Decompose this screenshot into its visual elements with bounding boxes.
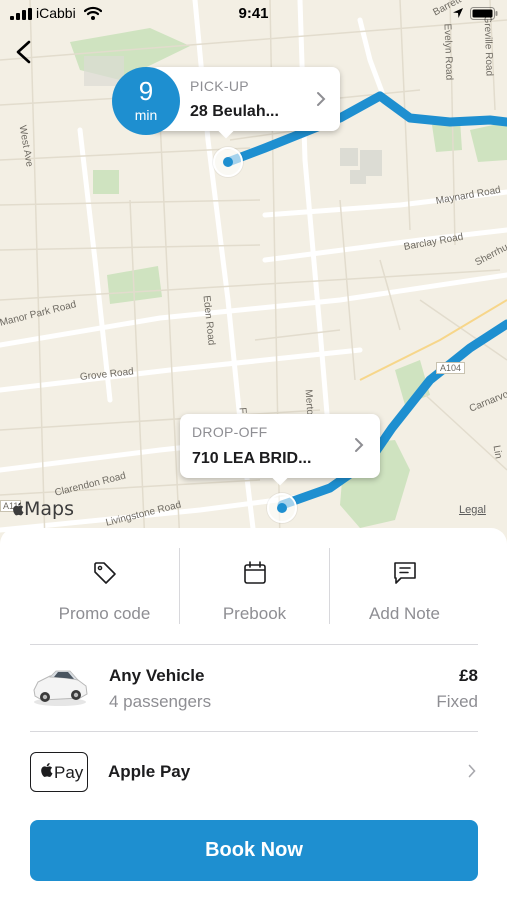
note-icon [394,562,416,584]
legal-link[interactable]: Legal [459,504,486,516]
promo-code-button[interactable]: Promo code [30,548,179,624]
battery-icon [470,7,498,20]
vehicle-name: Any Vehicle [109,666,205,685]
eta-unit: min [134,107,158,123]
dropoff-label: DROP-OFF [192,424,268,440]
chevron-right-icon [468,764,476,778]
maps-text: Maps [24,498,74,520]
road-label: A104 [436,362,466,374]
promo-code-label: Promo code [58,604,151,623]
eta-value: 9 [138,76,154,106]
dropoff-pin[interactable] [267,493,297,523]
eta-badge: 9 min [112,67,180,135]
road-label: Evelyn Road [441,23,455,81]
pickup-label: PICK-UP [190,78,249,94]
chevron-right-icon [317,92,326,106]
map-view[interactable]: West Ave Evelyn Road Greville Road Barre… [0,0,507,545]
fare-price: £8 [459,666,478,685]
divider [30,731,478,732]
car-icon [33,670,88,706]
divider [30,644,478,645]
dropoff-callout[interactable]: DROP-OFF 710 LEA BRID... [180,414,380,486]
prebook-label: Prebook [222,604,287,623]
add-note-label: Add Note [369,604,440,623]
apple-pay-badge: Pay [30,752,88,792]
book-now-button[interactable]: Book Now [30,820,478,881]
booking-sheet: Promo code Prebook Add Note Any Vehicle … [0,528,507,900]
prebook-button[interactable]: Prebook [180,548,329,624]
apple-pay-badge-text: Pay [54,763,84,782]
pickup-pin[interactable] [213,147,243,177]
fare-type: Fixed [436,692,478,711]
calendar-icon [244,561,266,584]
location-arrow-icon [453,8,463,18]
vehicle-capacity: 4 passengers [109,692,212,711]
pickup-address: 28 Beulah... [190,103,279,120]
road-label: Merto [302,389,316,416]
vehicle-option[interactable]: Any Vehicle 4 passengers £8 Fixed [30,656,478,730]
add-note-button[interactable]: Add Note [330,548,479,624]
chevron-left-icon [16,40,31,64]
status-bar: iCabbi 9:41 [0,0,507,28]
chevron-right-icon [355,438,364,452]
apple-logo-icon [13,502,24,516]
back-button[interactable] [10,36,38,68]
action-row: Promo code Prebook Add Note [30,548,478,624]
apple-maps-logo: Maps [12,498,74,520]
tag-icon [94,562,116,584]
status-time: 9:41 [238,5,269,22]
dropoff-address: 710 LEA BRID... [192,450,312,467]
payment-method-name: Apple Pay [108,762,191,781]
payment-method-row[interactable]: Pay Apple Pay [30,750,478,794]
road-label: Lin [490,444,504,460]
apple-logo-icon [41,763,53,777]
